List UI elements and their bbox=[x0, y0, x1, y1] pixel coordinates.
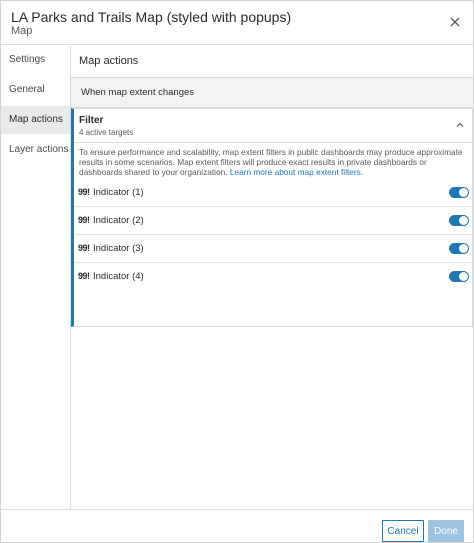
filter-title: Filter bbox=[79, 115, 104, 126]
indicator-icon: 99! bbox=[78, 215, 90, 225]
sidebar-item-general[interactable]: General bbox=[1, 76, 70, 104]
indicator-toggle[interactable] bbox=[449, 271, 469, 282]
close-icon[interactable] bbox=[447, 14, 463, 30]
indicator-toggle[interactable] bbox=[449, 243, 469, 254]
sidebar-item-label: Layer actions bbox=[9, 144, 69, 155]
dialog-header: LA Parks and Trails Map (styled with pop… bbox=[1, 1, 473, 45]
filter-header[interactable]: Filter 4 active targets bbox=[74, 109, 473, 143]
main-panel: Map actions When map extent changes Filt… bbox=[71, 46, 473, 509]
extent-filter-notice: To ensure performance and scalability, m… bbox=[79, 147, 467, 177]
toggle-knob bbox=[459, 244, 468, 253]
indicator-icon: 99! bbox=[78, 271, 90, 281]
indicator-label: Indicator (2) bbox=[93, 215, 144, 226]
map-extent-section: When map extent changes Filter 4 active … bbox=[71, 77, 473, 342]
sidebar-item-label: Map actions bbox=[9, 114, 63, 125]
indicator-icon: 99! bbox=[78, 243, 90, 253]
cancel-button[interactable]: Cancel bbox=[382, 520, 424, 542]
indicator-row: 99! Indicator (1) bbox=[74, 179, 473, 207]
sidebar-item-label: General bbox=[9, 84, 45, 95]
section-header: When map extent changes bbox=[71, 78, 473, 108]
page-title: Map actions bbox=[79, 55, 139, 67]
dialog-subtitle: Map bbox=[11, 25, 33, 37]
learn-more-link[interactable]: Learn more about map extent filters. bbox=[230, 167, 363, 177]
indicator-icon: 99! bbox=[78, 187, 90, 197]
dialog-title: LA Parks and Trails Map (styled with pop… bbox=[11, 9, 292, 25]
indicator-label: Indicator (1) bbox=[93, 187, 144, 198]
done-button[interactable]: Done bbox=[428, 520, 464, 542]
sidebar: Settings General Map actions Layer actio… bbox=[1, 46, 71, 509]
filter-subtitle: 4 active targets bbox=[79, 128, 134, 137]
section-header-label: When map extent changes bbox=[81, 87, 195, 98]
indicator-toggle[interactable] bbox=[449, 187, 469, 198]
indicator-label: Indicator (4) bbox=[93, 271, 144, 282]
indicator-toggle[interactable] bbox=[449, 215, 469, 226]
sidebar-item-layer-actions[interactable]: Layer actions bbox=[1, 136, 70, 164]
dialog-footer: Cancel Done bbox=[1, 509, 473, 542]
sidebar-item-map-actions[interactable]: Map actions bbox=[1, 106, 70, 134]
indicator-row: 99! Indicator (2) bbox=[74, 207, 473, 235]
indicator-row: 99! Indicator (3) bbox=[74, 235, 473, 263]
toggle-knob bbox=[459, 216, 468, 225]
sidebar-item-label: Settings bbox=[9, 54, 46, 65]
toggle-knob bbox=[459, 272, 468, 281]
chevron-up-icon[interactable] bbox=[455, 120, 465, 130]
indicator-row: 99! Indicator (4) bbox=[74, 263, 473, 291]
indicator-label: Indicator (3) bbox=[93, 243, 144, 254]
toggle-knob bbox=[459, 188, 468, 197]
filter-panel: Filter 4 active targets To ensure perfor… bbox=[71, 108, 473, 327]
dialog: LA Parks and Trails Map (styled with pop… bbox=[0, 0, 474, 543]
sidebar-item-settings[interactable]: Settings bbox=[1, 46, 70, 74]
